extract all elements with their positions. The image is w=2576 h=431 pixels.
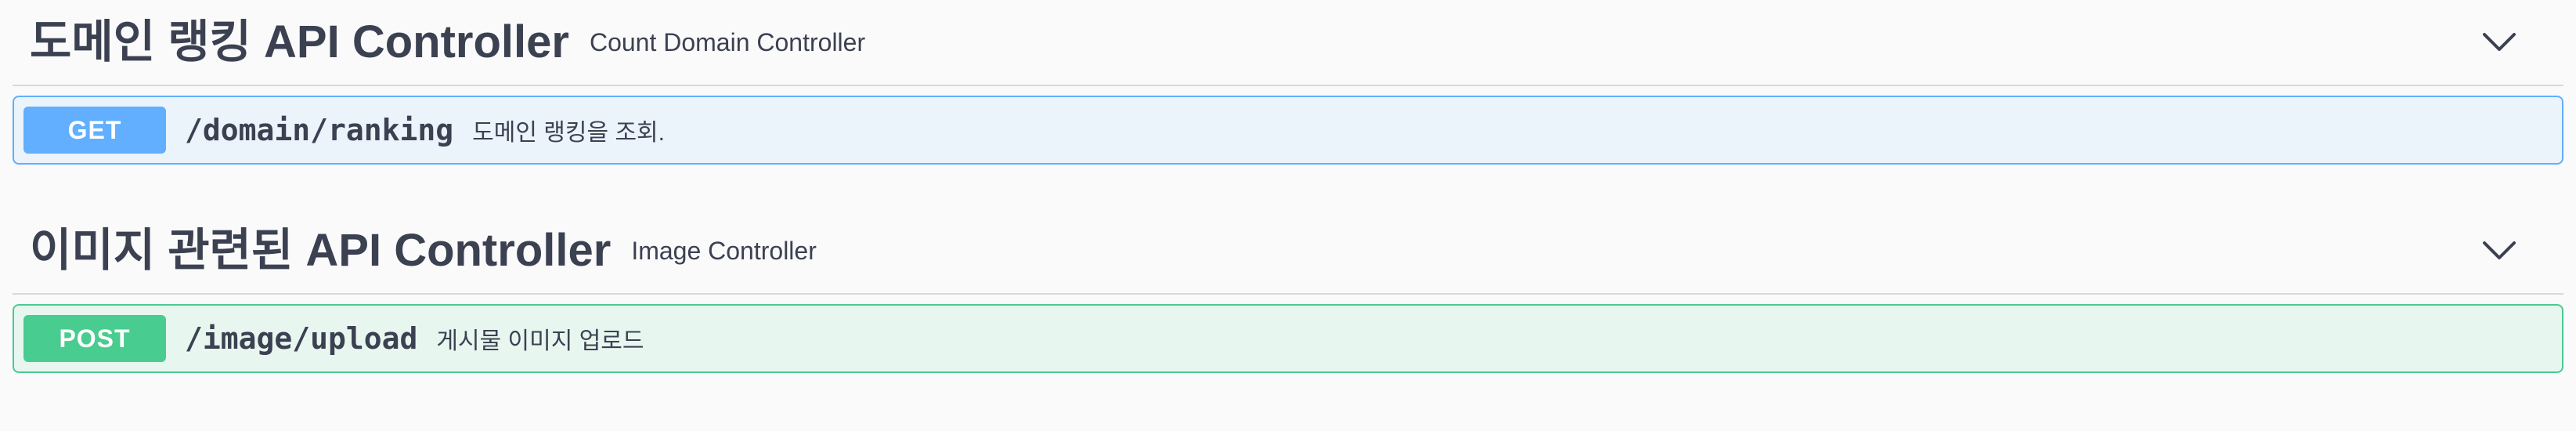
tag-header-domain-ranking[interactable]: 도메인 랭킹 API Controller Count Domain Contr…	[13, 0, 2563, 86]
method-badge-get: GET	[23, 107, 166, 154]
tag-title: 이미지 관련된 API Controller	[30, 225, 612, 276]
tag-title: 도메인 랭킹 API Controller	[30, 16, 569, 67]
operation-get-domain-ranking[interactable]: GET /domain/ranking 도메인 랭킹을 조회.	[13, 96, 2563, 165]
tag-description: Image Controller	[631, 236, 817, 265]
tag-section-domain-ranking: 도메인 랭킹 API Controller Count Domain Contr…	[13, 0, 2563, 165]
operation-path: /image/upload	[185, 321, 418, 356]
tag-section-image: 이미지 관련된 API Controller Image Controller …	[13, 208, 2563, 373]
operation-path: /domain/ranking	[185, 113, 454, 147]
operation-summary: 게시물 이미지 업로드	[436, 328, 644, 354]
operation-summary: 도메인 랭킹을 조회.	[472, 120, 665, 146]
swagger-ui: 도메인 랭킹 API Controller Count Domain Contr…	[0, 0, 2576, 431]
method-badge-post: POST	[23, 315, 166, 362]
tag-description: Count Domain Controller	[589, 27, 866, 56]
chevron-down-icon[interactable]	[2476, 19, 2523, 66]
chevron-down-icon[interactable]	[2476, 227, 2523, 274]
operation-post-image-upload[interactable]: POST /image/upload 게시물 이미지 업로드	[13, 304, 2563, 373]
tag-header-image[interactable]: 이미지 관련된 API Controller Image Controller	[13, 208, 2563, 295]
